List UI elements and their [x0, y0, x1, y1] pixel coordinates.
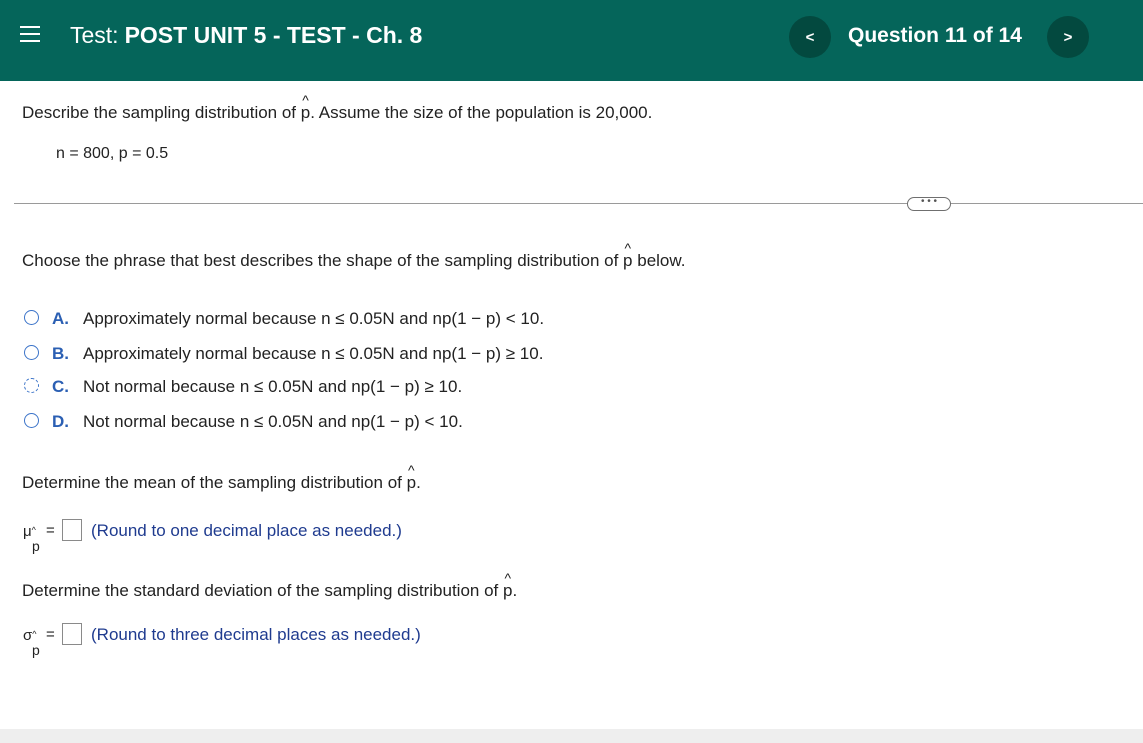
hat-mark: ^	[31, 525, 36, 535]
test-name: POST UNIT 5 - TEST - Ch. 8	[124, 22, 423, 48]
option-letter: D.	[52, 412, 69, 431]
option-text: Approximately normal because n ≤ 0.05N a…	[83, 309, 545, 328]
sigma-subscript: p	[32, 642, 40, 658]
mean-rounding-hint: (Round to one decimal place as needed.)	[91, 521, 402, 540]
part2-prompt: Determine the mean of the sampling distr…	[22, 462, 421, 493]
option-text: Approximately normal because n ≤ 0.05N a…	[83, 344, 544, 363]
p-hat-symbol: p	[301, 92, 311, 123]
std-dev-rounding-hint: (Round to three decimal places as needed…	[91, 625, 421, 644]
p-hat-symbol: p	[623, 240, 633, 271]
radio-button-d[interactable]	[24, 413, 39, 428]
question-counter: Question 11 of 14	[848, 24, 1022, 47]
next-question-button[interactable]: >	[1047, 16, 1089, 58]
hamburger-menu-icon[interactable]	[20, 26, 40, 44]
section-divider	[14, 203, 1143, 204]
footer-bar	[0, 729, 1143, 743]
radio-button-b[interactable]	[24, 345, 39, 360]
mean-answer-input[interactable]	[62, 519, 82, 541]
radio-button-c[interactable]	[24, 378, 39, 393]
p-hat-symbol: p	[407, 462, 417, 493]
std-dev-answer-input[interactable]	[62, 623, 82, 645]
mu-subscript: p	[32, 538, 40, 554]
option-letter: B.	[52, 344, 69, 363]
test-title: Test: POST UNIT 5 - TEST - Ch. 8	[70, 22, 422, 49]
option-text: Not normal because n ≤ 0.05N and np(1 − …	[83, 377, 463, 396]
previous-question-button[interactable]: <	[789, 16, 831, 58]
part3-prompt-text-end: .	[512, 581, 518, 600]
option-letter: A.	[52, 309, 69, 328]
part3-prompt: Determine the standard deviation of the …	[22, 570, 518, 601]
problem-prompt-text-end: . Assume the size of the population is 2…	[310, 103, 653, 122]
part1-prompt: Choose the phrase that best describes th…	[22, 240, 686, 271]
part1-prompt-text-end: below.	[632, 251, 686, 270]
radio-button-a[interactable]	[24, 310, 39, 325]
option-text: Not normal because n ≤ 0.05N and np(1 − …	[83, 412, 463, 431]
chevron-right-icon: >	[1063, 28, 1073, 46]
top-bar: Test: POST UNIT 5 - TEST - Ch. 8 < Questi…	[0, 0, 1143, 81]
sigma-equals: =	[46, 626, 55, 643]
problem-prompt-text: Describe the sampling distribution of	[22, 103, 297, 122]
part2-prompt-text-end: .	[416, 473, 421, 492]
given-values: n = 800, p = 0.5	[56, 145, 169, 162]
more-options-button[interactable]: • • •	[907, 197, 951, 211]
p-hat-symbol: p	[503, 570, 513, 601]
hat-mark: ^	[32, 629, 37, 639]
part1-prompt-text: Choose the phrase that best describes th…	[22, 251, 619, 270]
sigma-letter: σ	[23, 627, 33, 644]
part3-prompt-text: Determine the standard deviation of the …	[22, 581, 499, 600]
mu-letter: μ	[23, 523, 32, 540]
part2-prompt-text: Determine the mean of the sampling distr…	[22, 473, 402, 492]
mu-equals: =	[46, 522, 55, 539]
chevron-left-icon: <	[805, 28, 815, 46]
problem-prompt: Describe the sampling distribution of p.…	[22, 92, 653, 123]
option-letter: C.	[52, 377, 69, 396]
test-title-prefix: Test:	[70, 22, 119, 48]
